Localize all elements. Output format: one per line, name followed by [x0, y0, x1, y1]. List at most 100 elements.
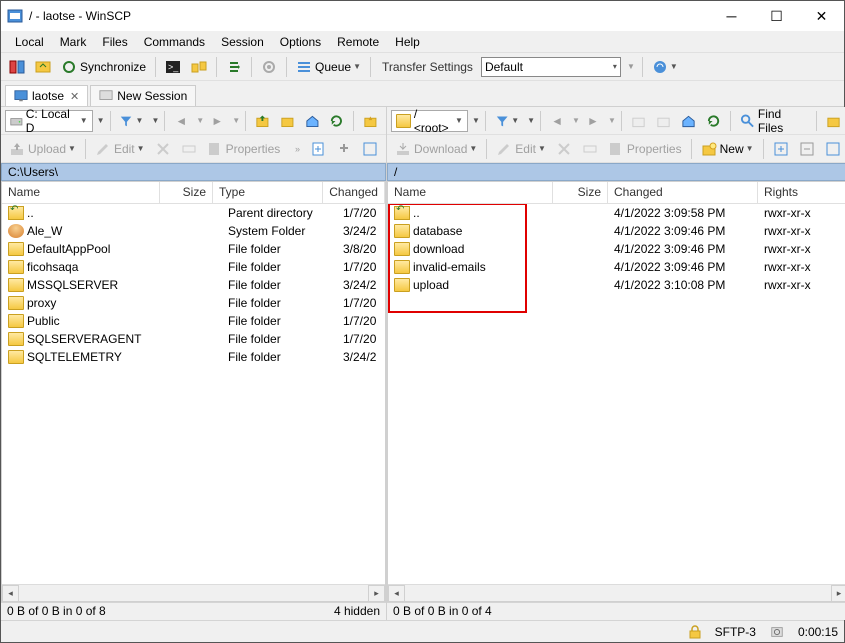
- remote-forward-button[interactable]: ►: [582, 110, 604, 132]
- local-path-bar[interactable]: C:\Users\: [1, 163, 386, 181]
- protocol-status: SFTP-3: [715, 625, 756, 639]
- col-name-r[interactable]: Name: [388, 182, 553, 203]
- col-changed-r[interactable]: Changed: [608, 182, 758, 203]
- remote-bookmark-button[interactable]: [822, 110, 845, 132]
- remote-path-bar[interactable]: /: [387, 163, 845, 181]
- sync-browse-button[interactable]: [31, 56, 55, 78]
- remote-new-button[interactable]: New▼: [697, 138, 758, 160]
- remote-dir-combo[interactable]: / <root>▼: [391, 110, 468, 132]
- remote-minus-button[interactable]: [795, 138, 819, 160]
- col-name[interactable]: Name: [2, 182, 160, 203]
- col-size[interactable]: Size: [160, 182, 213, 203]
- local-edit-button[interactable]: Edit▼: [91, 138, 149, 160]
- table-row[interactable]: ..4/1/2022 3:09:58 PMrwxr-xr-x: [388, 204, 845, 222]
- local-rename-button[interactable]: [177, 138, 201, 160]
- folder-icon: [8, 260, 24, 274]
- new-session-tab[interactable]: New Session: [90, 85, 196, 106]
- local-bookmark-button[interactable]: [359, 110, 382, 132]
- col-size-r[interactable]: Size: [553, 182, 608, 203]
- local-filter-button[interactable]: ▼: [115, 110, 147, 132]
- sync-dirs-button[interactable]: [187, 56, 211, 78]
- remote-refresh-button[interactable]: [702, 110, 725, 132]
- queue-button[interactable]: Queue▼: [292, 56, 365, 78]
- local-root-button[interactable]: [276, 110, 299, 132]
- transfer-options-button[interactable]: [222, 56, 246, 78]
- transfer-settings-combo[interactable]: Default▾: [481, 57, 621, 77]
- session-tabs: laotse ✕ New Session: [1, 81, 844, 107]
- remote-file-list: Name Size Changed Rights ..4/1/2022 3:09…: [387, 181, 845, 602]
- local-props2-button[interactable]: [358, 138, 382, 160]
- menu-commands[interactable]: Commands: [136, 33, 213, 51]
- menu-session[interactable]: Session: [213, 33, 272, 51]
- table-row[interactable]: download4/1/2022 3:09:46 PMrwxr-xr-x: [388, 240, 845, 258]
- local-hscroll[interactable]: ◂▸: [2, 584, 385, 601]
- maximize-button[interactable]: ☐: [754, 2, 799, 31]
- local-back-button[interactable]: ◄: [170, 110, 192, 132]
- close-button[interactable]: ✕: [799, 2, 844, 31]
- local-status-hidden: 4 hidden: [334, 604, 380, 619]
- local-drive-combo[interactable]: C: Local D▼: [5, 110, 93, 132]
- compare-button[interactable]: [5, 56, 29, 78]
- table-row[interactable]: DefaultAppPoolFile folder3/8/20: [2, 240, 385, 258]
- table-row[interactable]: PublicFile folder1/7/20: [2, 312, 385, 330]
- menu-options[interactable]: Options: [272, 33, 329, 51]
- table-row[interactable]: SQLSERVERAGENTFile folder1/7/20: [2, 330, 385, 348]
- remote-find-button[interactable]: Find Files: [736, 110, 811, 132]
- menu-remote[interactable]: Remote: [329, 33, 387, 51]
- local-newfolder-button[interactable]: [332, 138, 356, 160]
- table-row[interactable]: Ale_WSystem Folder3/24/2: [2, 222, 385, 240]
- terminal-button[interactable]: >_: [161, 56, 185, 78]
- menu-help[interactable]: Help: [387, 33, 428, 51]
- local-newfile-button[interactable]: [306, 138, 330, 160]
- local-more-button[interactable]: »: [291, 144, 304, 154]
- table-row[interactable]: database4/1/2022 3:09:46 PMrwxr-xr-x: [388, 222, 845, 240]
- table-row[interactable]: SQLTELEMETRYFile folder3/24/2: [2, 348, 385, 366]
- upload-button[interactable]: Upload▼: [5, 138, 80, 160]
- remote-delete-button[interactable]: [552, 138, 576, 160]
- table-row[interactable]: ficohsaqaFile folder1/7/20: [2, 258, 385, 276]
- synchronize-button[interactable]: Synchronize: [57, 56, 150, 78]
- table-row[interactable]: MSSQLSERVERFile folder3/24/2: [2, 276, 385, 294]
- menu-local[interactable]: Local: [7, 33, 52, 51]
- minimize-button[interactable]: ─: [709, 2, 754, 31]
- local-up-button[interactable]: [251, 110, 274, 132]
- svg-text:>_: >_: [168, 62, 179, 72]
- gear-button[interactable]: [257, 56, 281, 78]
- local-home-button[interactable]: [301, 110, 324, 132]
- remote-rename-button[interactable]: [578, 138, 602, 160]
- remote-root-button[interactable]: [652, 110, 675, 132]
- session-tab-laotse[interactable]: laotse ✕: [5, 85, 88, 106]
- table-row[interactable]: invalid-emails4/1/2022 3:09:46 PMrwxr-xr…: [388, 258, 845, 276]
- remote-edit-button[interactable]: Edit▼: [492, 138, 550, 160]
- remote-home-button[interactable]: [677, 110, 700, 132]
- remote-filter-button[interactable]: ▼: [491, 110, 523, 132]
- table-row[interactable]: ..Parent directory1/7/20: [2, 204, 385, 222]
- col-rights-r[interactable]: Rights: [758, 182, 845, 203]
- remote-panel: / <root>▼ ▼ ▼ ▼ ◄▼ ►▼ Find Files: [387, 107, 845, 620]
- folder-icon: [396, 114, 411, 128]
- col-type[interactable]: Type: [213, 182, 323, 203]
- remote-up-button[interactable]: [627, 110, 650, 132]
- user-icon: [8, 224, 24, 238]
- local-forward-button[interactable]: ►: [206, 110, 228, 132]
- local-refresh-button[interactable]: [325, 110, 348, 132]
- download-button[interactable]: Download▼: [391, 138, 481, 160]
- menu-mark[interactable]: Mark: [52, 33, 95, 51]
- table-row[interactable]: upload4/1/2022 3:10:08 PMrwxr-xr-x: [388, 276, 845, 294]
- table-row[interactable]: proxyFile folder1/7/20: [2, 294, 385, 312]
- up-icon: [8, 206, 24, 220]
- col-changed[interactable]: Changed: [323, 182, 385, 203]
- remote-plus-button[interactable]: [769, 138, 793, 160]
- disk-icon: [10, 114, 23, 128]
- remote-back-button[interactable]: ◄: [546, 110, 568, 132]
- new-session-icon: [99, 89, 113, 103]
- remote-hscroll[interactable]: ◂▸: [388, 584, 845, 601]
- status-bar: SFTP-3 0:00:15: [1, 620, 844, 642]
- tab-close-icon[interactable]: ✕: [70, 90, 79, 103]
- remote-properties-button[interactable]: Properties: [604, 138, 686, 160]
- local-properties-button[interactable]: Properties: [203, 138, 285, 160]
- reconnect-button[interactable]: ▼: [648, 56, 682, 78]
- menu-files[interactable]: Files: [94, 33, 135, 51]
- remote-props2-button[interactable]: [821, 138, 845, 160]
- local-delete-button[interactable]: [151, 138, 175, 160]
